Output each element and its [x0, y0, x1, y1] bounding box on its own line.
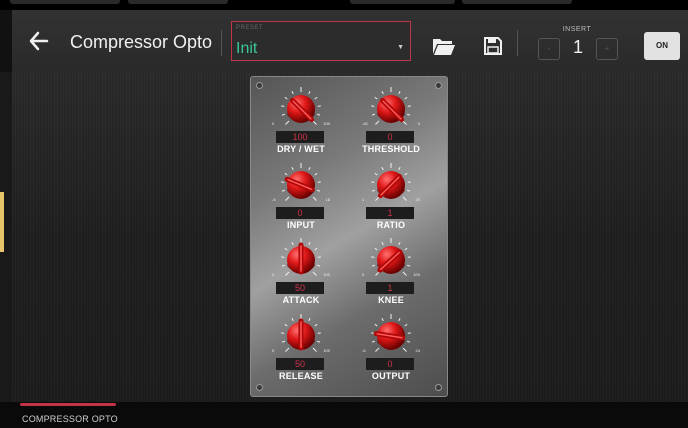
knob-max-label: 100: [323, 348, 330, 353]
top-tab-1[interactable]: [10, 0, 120, 4]
knob-dry-wet[interactable]: 0 100 100 DRY / WET: [261, 85, 341, 157]
knob-dial-icon[interactable]: 1 20: [359, 161, 423, 207]
insert-increment-button[interactable]: +: [596, 38, 618, 60]
knob-release[interactable]: 0 100 50 RELEASE: [261, 312, 341, 384]
knob-value-display: 50: [276, 282, 324, 294]
knob-input[interactable]: -6 18 0 INPUT: [261, 161, 341, 233]
knob-min-label: -6: [272, 197, 276, 202]
knob-dial-icon[interactable]: 0 100: [269, 312, 333, 358]
screw-icon: [435, 82, 442, 89]
preset-value: Init: [236, 40, 258, 57]
knob-value-display: 100: [276, 131, 324, 143]
knob-value-display: 1: [366, 207, 414, 219]
knob-label: KNEE: [378, 295, 404, 305]
knob-value-display: 0: [366, 131, 414, 143]
save-preset-button[interactable]: [484, 37, 502, 60]
knob-dial-icon[interactable]: 0 100: [269, 85, 333, 131]
knob-label: DRY / WET: [277, 144, 325, 154]
knob-min-label: -6: [362, 348, 366, 353]
knob-min-label: 1: [362, 197, 365, 202]
knob-max-label: 18: [326, 197, 331, 202]
folder-icon: [433, 39, 455, 55]
knob-value-display: 0: [276, 207, 324, 219]
knob-label: INPUT: [287, 220, 315, 230]
footer-bar: COMPRESSOR OPTO: [0, 402, 688, 428]
divider: [517, 30, 518, 56]
knob-label: ATTACK: [282, 295, 320, 305]
divider: [221, 30, 222, 56]
knob-dial-icon[interactable]: -6 18: [269, 161, 333, 207]
top-tab-3[interactable]: [350, 0, 455, 4]
load-preset-button[interactable]: [432, 36, 456, 61]
knob-dial-icon[interactable]: 0 100: [359, 236, 423, 282]
preset-selector[interactable]: PRESET Init ▼: [231, 21, 411, 61]
knob-dial-icon[interactable]: 0 100: [269, 236, 333, 282]
knob-max-label: 100: [413, 272, 420, 277]
knob-min-label: 0: [272, 348, 275, 353]
knob-dial-icon[interactable]: -40 0: [359, 85, 423, 131]
insert-decrement-button[interactable]: -: [538, 38, 560, 60]
top-tab-2[interactable]: [128, 0, 228, 4]
knob-max-label: 100: [323, 121, 330, 126]
plugin-header: Compressor Opto PRESET Init ▼ INSERT - 1…: [12, 10, 688, 72]
knob-min-label: -40: [362, 121, 369, 126]
preset-label: PRESET: [236, 25, 264, 31]
knob-dial-icon[interactable]: -6 24: [359, 312, 423, 358]
knob-label: THRESHOLD: [362, 144, 420, 154]
knob-attack[interactable]: 0 100 50 ATTACK: [261, 236, 341, 308]
top-strip: [0, 0, 688, 10]
left-edge-tab[interactable]: [0, 192, 4, 252]
top-tab-4[interactable]: [462, 0, 572, 4]
knob-label: RELEASE: [279, 371, 323, 381]
knob-threshold[interactable]: -40 0 0 THRESHOLD: [351, 85, 431, 157]
plugin-area: 0 100 100 DRY / WET -40 0 0 THRESHOLD -6 18 0 INPUT…: [12, 72, 688, 402]
triangle-down-icon: ▼: [397, 44, 404, 51]
knob-output[interactable]: -6 24 0 OUTPUT: [351, 312, 431, 384]
knob-max-label: 20: [416, 197, 421, 202]
on-toggle-button[interactable]: ON: [644, 32, 680, 60]
knob-min-label: 0: [272, 272, 275, 277]
back-button[interactable]: [26, 28, 52, 54]
arrow-left-icon: [29, 31, 49, 51]
knob-value-display: 0: [366, 358, 414, 370]
footer-tab-label[interactable]: COMPRESSOR OPTO: [22, 414, 118, 424]
active-tab-indicator: [20, 403, 116, 406]
insert-label: INSERT: [562, 26, 592, 33]
screw-icon: [256, 384, 263, 391]
knob-value-display: 50: [276, 358, 324, 370]
knob-min-label: 0: [272, 121, 275, 126]
knob-value-display: 1: [366, 282, 414, 294]
compressor-panel: 0 100 100 DRY / WET -40 0 0 THRESHOLD -6 18 0 INPUT…: [250, 76, 448, 397]
insert-number: 1: [572, 37, 583, 57]
knob-max-label: 100: [323, 272, 330, 277]
screw-icon: [435, 384, 442, 391]
knob-label: RATIO: [376, 220, 406, 230]
knob-knee[interactable]: 0 100 1 KNEE: [351, 236, 431, 308]
knob-min-label: 0: [362, 272, 365, 277]
knob-label: OUTPUT: [371, 371, 411, 381]
plugin-title: Compressor Opto: [70, 32, 213, 52]
knob-max-label: 0: [418, 121, 421, 126]
floppy-disk-icon: [484, 37, 502, 55]
knob-max-label: 24: [416, 348, 421, 353]
knob-ratio[interactable]: 1 20 1 RATIO: [351, 161, 431, 233]
